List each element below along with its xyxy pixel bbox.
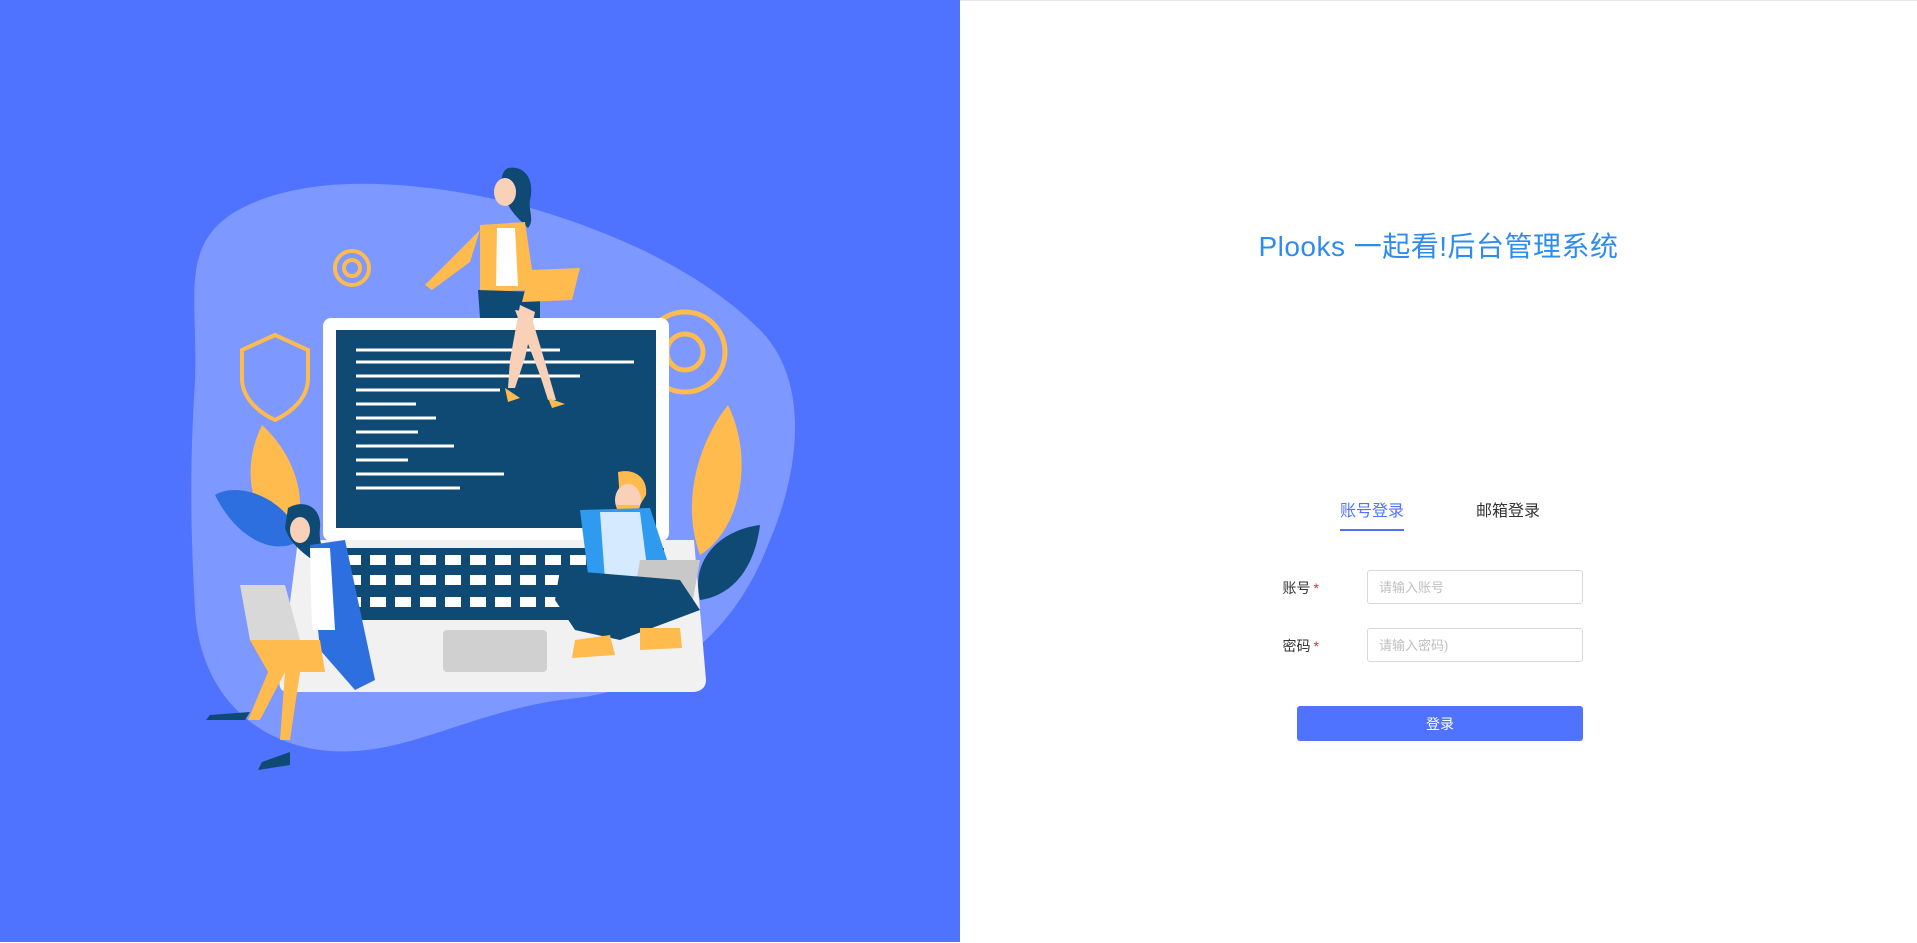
login-button[interactable]: 登录: [1297, 706, 1583, 741]
password-input[interactable]: [1367, 628, 1583, 662]
account-label: 账号: [1282, 580, 1311, 596]
login-tabs: 账号登录 邮箱登录: [960, 497, 1917, 531]
people-with-laptop-illustration: [191, 167, 795, 770]
login-panel: Plooks 一起看!后台管理系统 账号登录 邮箱登录 账号* 密码* 登录: [960, 0, 1917, 942]
tab-email-login[interactable]: 邮箱登录: [1476, 497, 1540, 531]
required-mark: *: [1313, 580, 1319, 596]
app-title: Plooks 一起看!后台管理系统: [1258, 231, 1619, 262]
password-label: 密码: [1282, 638, 1311, 654]
illustration-panel: [0, 0, 960, 942]
account-label-wrapper: 账号 *: [1283, 578, 1319, 598]
account-form-row: 账号 *: [960, 570, 1917, 604]
login-page: Plooks 一起看!后台管理系统 账号登录 邮箱登录 账号* 密码* 登录: [0, 0, 1917, 943]
password-form-row: 密码 *: [960, 628, 1917, 662]
tab-account-login[interactable]: 账号登录: [1340, 497, 1405, 531]
laptop-touchpad: [443, 630, 547, 672]
laptop-screen: [336, 330, 656, 528]
required-mark: *: [1313, 638, 1319, 654]
password-label-wrapper: 密码 *: [1283, 636, 1319, 656]
account-input[interactable]: [1367, 570, 1583, 604]
